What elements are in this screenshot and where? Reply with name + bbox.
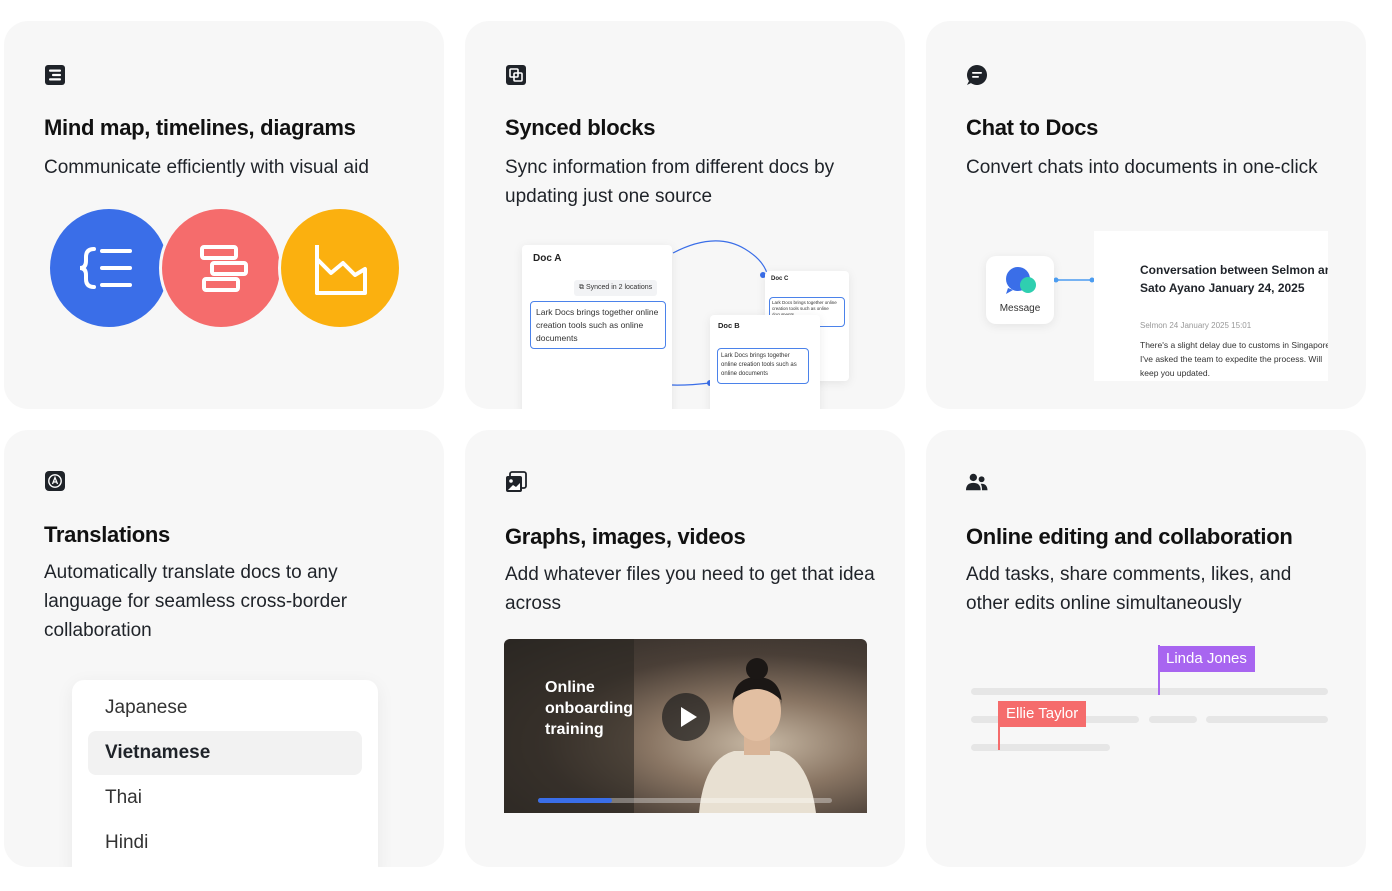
feature-card-mindmap: Mind map, timelines, diagrams Communicat… xyxy=(4,21,444,409)
doc-a-name: Doc A xyxy=(533,253,562,264)
people-icon xyxy=(966,473,988,491)
translate-icon xyxy=(45,471,65,491)
convo-text: There's a slight delay due to customs in… xyxy=(1140,340,1328,378)
collaborator-tag-linda: Linda Jones xyxy=(1158,646,1255,672)
doc-b-panel: Doc B Lark Docs brings together online c… xyxy=(710,315,820,409)
feature-card-collaboration: Online editing and collaboration Add tas… xyxy=(926,430,1366,867)
text-line-placeholder xyxy=(1149,716,1197,723)
message-label: Message xyxy=(999,303,1041,314)
collaborator-tag-ellie: Ellie Taylor xyxy=(998,701,1087,727)
mindmap-glyph-icon xyxy=(79,247,132,289)
card-description: Automatically translate docs to any lang… xyxy=(44,562,348,641)
synced-block-a[interactable]: Lark Docs brings together online creatio… xyxy=(530,301,666,349)
card-description: Communicate efficiently with visual aid xyxy=(44,157,369,178)
chart-glyph-icon xyxy=(315,245,367,295)
language-list: Japanese Vietnamese Thai Hindi xyxy=(72,680,378,867)
mindmap-circle xyxy=(47,206,171,330)
mindmap-icon xyxy=(45,65,65,85)
chat-icon xyxy=(967,65,987,85)
sync-icon: ⧉ xyxy=(579,284,586,291)
video-progress-track[interactable] xyxy=(538,798,832,803)
language-option-vietnamese[interactable]: Vietnamese xyxy=(88,731,362,775)
video-progress-fill xyxy=(538,798,612,803)
video-title: Online onboarding training xyxy=(545,679,633,738)
text-line-placeholder xyxy=(971,688,1328,695)
message-app-tile[interactable]: Message xyxy=(986,256,1054,324)
card-title: Graphs, images, videos xyxy=(505,524,746,549)
doc-a-panel: Doc A ⧉ Synced in 2 locations Lark Docs … xyxy=(522,245,672,409)
play-button[interactable] xyxy=(662,693,710,741)
feature-card-chat-to-docs: Chat to Docs Convert chats into document… xyxy=(926,21,1366,409)
image-icon xyxy=(506,471,527,492)
converted-document: Conversation between Selmon and Sato Aya… xyxy=(1094,231,1328,381)
feature-card-synced-blocks: Synced blocks Sync information from diff… xyxy=(465,21,905,409)
language-option-hindi[interactable]: Hindi xyxy=(88,821,362,865)
video-player[interactable]: Online onboarding training xyxy=(504,639,867,813)
doc-b-name: Doc B xyxy=(718,321,740,330)
doc-c-name: Doc C xyxy=(771,276,789,282)
timeline-glyph-icon xyxy=(200,245,248,292)
feature-card-translations: Translations Automatically translate doc… xyxy=(4,430,444,867)
play-icon xyxy=(681,707,697,727)
card-title: Translations xyxy=(44,522,170,547)
timeline-circle xyxy=(159,206,283,330)
synced-badge: ⧉ Synced in 2 locations xyxy=(574,280,658,296)
diagram-circle xyxy=(278,206,402,330)
text-line-placeholder xyxy=(1206,716,1328,723)
card-title: Mind map, timelines, diagrams xyxy=(44,115,356,140)
card-title: Online editing and collaboration xyxy=(966,524,1293,549)
convo-meta: Selmon 24 January 2025 15:01 xyxy=(1140,321,1252,330)
synced-block-b: Lark Docs brings together online creatio… xyxy=(717,348,809,384)
message-bubble-icon xyxy=(1006,267,1036,294)
text-line-placeholder xyxy=(971,744,1110,751)
feature-card-media: Graphs, images, videos Add whatever file… xyxy=(465,430,905,867)
language-option-thai[interactable]: Thai xyxy=(88,776,362,820)
card-description: Add whatever files you need to get that … xyxy=(505,564,875,614)
card-title: Chat to Docs xyxy=(966,115,1099,140)
card-description: Add tasks, share comments, likes, and ot… xyxy=(966,564,1292,614)
convert-connector xyxy=(1054,277,1095,283)
card-description: Convert chats into documents in one-clic… xyxy=(966,157,1318,178)
language-option-japanese[interactable]: Japanese xyxy=(88,686,362,730)
convo-title: Conversation between Selmon and Sato Aya… xyxy=(1140,263,1328,295)
